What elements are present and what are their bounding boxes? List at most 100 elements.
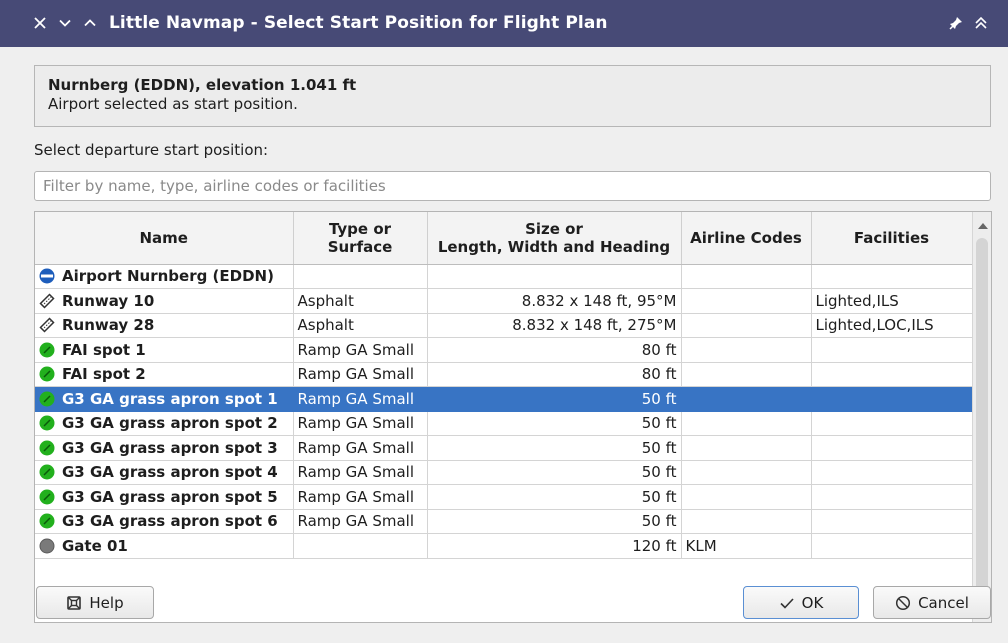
runway-icon [39,317,55,333]
cell-size[interactable] [427,264,682,289]
cell-facilities[interactable] [811,362,973,387]
cell-type[interactable]: Asphalt [293,313,428,338]
column-header-line: Name [139,228,188,247]
position-name: FAI spot 2 [62,365,146,384]
table-row[interactable]: FAI spot 2 Ramp GA Small 80 ft [35,362,973,387]
cell-airline[interactable] [681,313,812,338]
cell-type[interactable]: Ramp GA Small [293,509,428,534]
table-row[interactable]: Gate 01 120 ft KLM [35,533,973,559]
cell-type[interactable]: Ramp GA Small [293,484,428,510]
column-header-facilities[interactable]: Facilities [811,212,973,265]
cell-name[interactable]: FAI spot 1 [35,337,294,363]
cell-facilities[interactable] [811,435,973,461]
cell-type[interactable]: Ramp GA Small [293,386,428,412]
close-icon[interactable] [29,12,51,34]
table-row[interactable]: G3 GA grass apron spot 2 Ramp GA Small 50 … [35,411,973,436]
lifebuoy-icon [66,595,82,611]
cell-name[interactable]: Runway 28 [35,313,294,338]
filter-input[interactable] [34,171,991,201]
table-row[interactable]: G3 GA grass apron spot 6 Ramp GA Small 50 … [35,509,973,534]
selection-subtitle: Airport selected as start position. [48,95,298,113]
cell-facilities[interactable] [811,337,973,363]
cell-type[interactable]: Ramp GA Small [293,460,428,485]
cell-type[interactable] [293,533,428,559]
start-positions-table[interactable]: Name Type or Surface Size or Length, Width… [34,211,992,623]
cell-airline[interactable] [681,435,812,461]
cell-type[interactable]: Ramp GA Small [293,337,428,363]
cell-name[interactable]: G3 GA grass apron spot 6 [35,509,294,534]
cell-airline[interactable] [681,264,812,289]
cell-size[interactable]: 80 ft [427,337,682,363]
cancel-circle-icon [895,595,911,611]
column-header-name[interactable]: Name [35,212,294,265]
table-row[interactable]: Airport Nurnberg (EDDN) [35,264,973,289]
cell-airline[interactable] [681,460,812,485]
cell-size[interactable]: 8.832 x 148 ft, 95°M [427,288,682,314]
cell-size[interactable]: 80 ft [427,362,682,387]
cell-airline[interactable] [681,484,812,510]
table-row[interactable]: Runway 10 Asphalt 8.832 x 148 ft, 95°M Ligh… [35,288,973,314]
cell-name[interactable]: G3 GA grass apron spot 2 [35,411,294,436]
cell-size[interactable]: 50 ft [427,435,682,461]
cell-size[interactable]: 50 ft [427,509,682,534]
cell-airline[interactable] [681,509,812,534]
position-name: FAI spot 1 [62,340,146,359]
cell-airline[interactable] [681,411,812,436]
table-row[interactable]: G3 GA grass apron spot 1 Ramp GA Small 50 … [35,386,973,412]
cell-size[interactable]: 50 ft [427,386,682,412]
cell-size[interactable]: 50 ft [427,411,682,436]
cell-name[interactable]: G3 GA grass apron spot 3 [35,435,294,461]
parking-green-icon [39,464,55,480]
cell-facilities[interactable] [811,411,973,436]
vertical-scrollbar[interactable] [972,212,991,622]
cell-facilities[interactable] [811,484,973,510]
cell-airline[interactable]: KLM [681,533,812,559]
column-header-airline[interactable]: Airline Codes [681,212,812,265]
cell-type[interactable]: Ramp GA Small [293,411,428,436]
cell-facilities[interactable] [811,460,973,485]
cell-airline[interactable] [681,337,812,363]
cancel-button[interactable]: Cancel [873,586,991,619]
cell-size[interactable]: 50 ft [427,484,682,510]
cell-facilities[interactable]: Lighted,LOC,ILS [811,313,973,338]
ok-button[interactable]: OK [743,586,859,619]
column-header-size[interactable]: Size or Length, Width and Heading [427,212,682,265]
double-chevron-up-icon[interactable] [970,12,992,34]
chevron-down-icon[interactable] [54,12,76,34]
column-header-type[interactable]: Type or Surface [293,212,428,265]
cell-facilities[interactable] [811,509,973,534]
cell-facilities[interactable] [811,264,973,289]
cell-facilities[interactable] [811,386,973,412]
cell-facilities[interactable] [811,533,973,559]
cell-airline[interactable] [681,386,812,412]
scrollbar-thumb[interactable] [976,238,988,593]
parking-green-icon [39,391,55,407]
pin-icon[interactable] [945,12,967,34]
table-row[interactable]: FAI spot 1 Ramp GA Small 80 ft [35,337,973,363]
scroll-up-icon[interactable] [973,216,991,234]
table-row[interactable]: G3 GA grass apron spot 3 Ramp GA Small 50 … [35,435,973,461]
cell-facilities[interactable]: Lighted,ILS [811,288,973,314]
cell-name[interactable]: G3 GA grass apron spot 1 [35,386,294,412]
cell-airline[interactable] [681,288,812,314]
cell-name[interactable]: G3 GA grass apron spot 4 [35,460,294,485]
cell-size[interactable]: 120 ft [427,533,682,559]
cell-type[interactable] [293,264,428,289]
table-row[interactable]: G3 GA grass apron spot 4 Ramp GA Small 50 … [35,460,973,485]
cell-name[interactable]: Airport Nurnberg (EDDN) [35,264,294,289]
table-row[interactable]: G3 GA grass apron spot 5 Ramp GA Small 50 … [35,484,973,510]
cell-name[interactable]: FAI spot 2 [35,362,294,387]
cell-name[interactable]: G3 GA grass apron spot 5 [35,484,294,510]
cell-type[interactable]: Ramp GA Small [293,435,428,461]
cell-type[interactable]: Ramp GA Small [293,362,428,387]
cell-airline[interactable] [681,362,812,387]
parking-green-icon [39,489,55,505]
cell-name[interactable]: Gate 01 [35,533,294,559]
chevron-up-icon[interactable] [79,12,101,34]
cell-size[interactable]: 50 ft [427,460,682,485]
cell-type[interactable]: Asphalt [293,288,428,314]
cell-size[interactable]: 8.832 x 148 ft, 275°M [427,313,682,338]
cell-name[interactable]: Runway 10 [35,288,294,314]
help-button[interactable]: Help [36,586,154,619]
table-row[interactable]: Runway 28 Asphalt 8.832 x 148 ft, 275°M Lig… [35,313,973,338]
